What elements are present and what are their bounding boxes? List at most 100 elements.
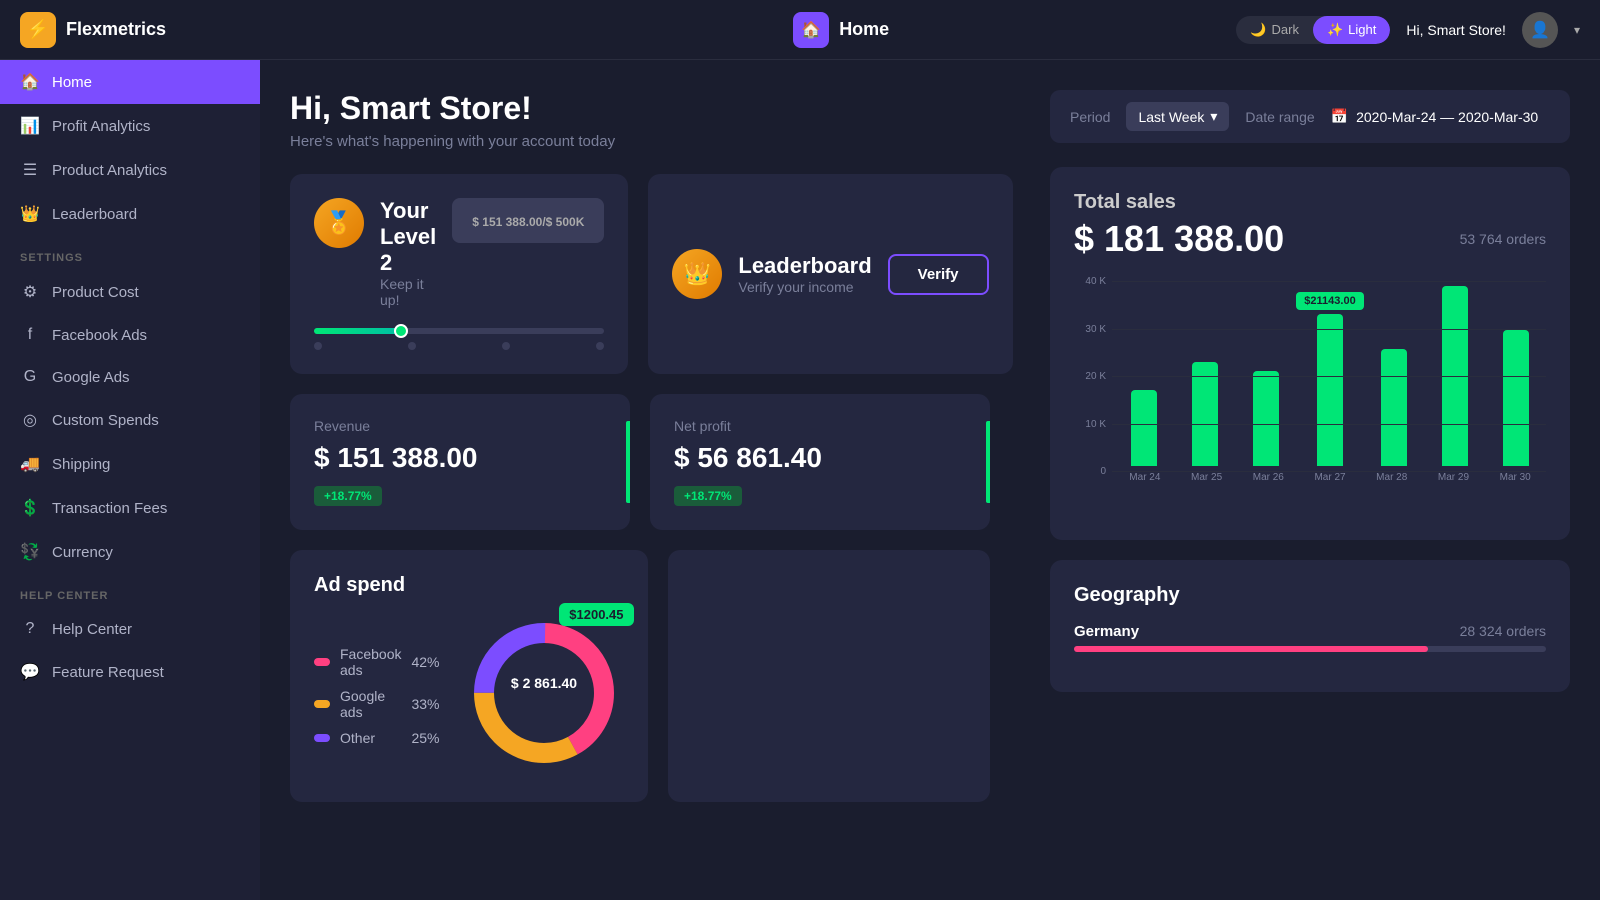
sidebar-item-product[interactable]: ☰ Product Analytics bbox=[0, 148, 260, 192]
legend-item-facebook-ads: Facebook ads 42% bbox=[314, 646, 440, 678]
geo-bar-fill bbox=[1074, 646, 1428, 652]
date-range-value: 📅 2020-Mar-24 — 2020-Mar-30 bbox=[1331, 108, 1539, 125]
legend-item-other: Other25% bbox=[314, 730, 440, 746]
metrics-row: Revenue $ 151 388.00 +18.77% Net profit … bbox=[290, 394, 990, 530]
sidebar-item-shipping[interactable]: 🚚Shipping bbox=[0, 442, 260, 486]
sidebar-item-facebook-ads[interactable]: fFacebook Ads bbox=[0, 314, 260, 356]
bar-label-1: Mar 25 bbox=[1176, 472, 1238, 483]
custom-spends-icon: ◎ bbox=[20, 410, 40, 430]
sidebar-label-profit: Profit Analytics bbox=[52, 118, 150, 135]
level-badge: 🏅 bbox=[314, 198, 364, 248]
transaction-fees-icon: 💲 bbox=[20, 498, 40, 518]
sidebar-label-transaction-fees: Transaction Fees bbox=[52, 500, 167, 517]
progress-marker-3 bbox=[502, 342, 510, 350]
dark-theme-button[interactable]: 🌙 Dark bbox=[1236, 16, 1313, 44]
donut-tooltip: $1200.45 bbox=[559, 603, 633, 626]
geography-title: Geography bbox=[1074, 584, 1546, 607]
revenue-label: Revenue bbox=[314, 418, 606, 434]
bar-0 bbox=[1131, 390, 1157, 466]
total-sales-card: Total sales $ 181 388.00 53 764 orders 4… bbox=[1050, 167, 1570, 540]
sidebar-item-currency[interactable]: 💱Currency bbox=[0, 530, 260, 574]
sidebar-label-custom-spends: Custom Spends bbox=[52, 412, 159, 429]
legend-name: Facebook ads bbox=[340, 646, 401, 678]
geography-card: Geography Germany 28 324 orders bbox=[1050, 560, 1570, 692]
sidebar-item-custom-spends[interactable]: ◎ Custom Spends bbox=[0, 398, 260, 442]
period-label: Period bbox=[1070, 109, 1110, 125]
verify-button[interactable]: Verify bbox=[888, 254, 989, 295]
legend-name: Other bbox=[340, 730, 401, 746]
period-bar: Period Last Week ▾ Date range 📅 2020-Mar… bbox=[1050, 90, 1570, 143]
legend-pct: 42% bbox=[411, 654, 439, 670]
progress-marker-1 bbox=[314, 342, 322, 350]
bottom-placeholder bbox=[668, 550, 990, 802]
topbar-center: 🏠 Home bbox=[793, 12, 889, 48]
revenue-card: Revenue $ 151 388.00 +18.77% bbox=[290, 394, 630, 530]
bar-column-0 bbox=[1114, 276, 1175, 466]
bar-label-5: Mar 29 bbox=[1423, 472, 1485, 483]
bar-4 bbox=[1381, 349, 1407, 466]
profit-icon: 📊 bbox=[20, 116, 40, 136]
y-label-2: 20 K bbox=[1074, 371, 1106, 382]
sidebar-item-feature-request[interactable]: 💬 Feature Request bbox=[0, 650, 260, 694]
bar-label-6: Mar 30 bbox=[1484, 472, 1546, 483]
bar-2 bbox=[1253, 371, 1279, 466]
revenue-change: +18.77% bbox=[314, 486, 382, 506]
adspend-legend: Facebook ads 42% Google ads 33% Other25% bbox=[314, 646, 440, 746]
bar-column-4 bbox=[1364, 276, 1425, 466]
feature-request-icon: 💬 bbox=[20, 662, 40, 682]
period-select[interactable]: Last Week ▾ bbox=[1126, 102, 1229, 131]
settings-section-label: SETTINGS bbox=[0, 236, 260, 270]
bar-column-5 bbox=[1424, 276, 1485, 466]
leaderboard-subtitle: Verify your income bbox=[738, 279, 871, 295]
profit-change: +18.77% bbox=[674, 486, 742, 506]
theme-toggle: 🌙 Dark ✨ Light bbox=[1236, 16, 1390, 44]
progress-marker-4 bbox=[596, 342, 604, 350]
facebook-ads-icon: f bbox=[20, 326, 40, 344]
y-label-3: 10 K bbox=[1074, 419, 1106, 430]
bar-label-3: Mar 27 bbox=[1299, 472, 1361, 483]
right-panel: Period Last Week ▾ Date range 📅 2020-Mar… bbox=[1020, 60, 1600, 900]
bar-chart: 40 K 30 K 20 K 10 K 0 $21143.00Mar 24Mar… bbox=[1074, 276, 1546, 516]
bar-label-0: Mar 24 bbox=[1114, 472, 1176, 483]
bar-column-1 bbox=[1175, 276, 1236, 466]
level-amount: $ 151 388.00/$ 500K bbox=[452, 198, 604, 243]
topbar-right: 🌙 Dark ✨ Light Hi, Smart Store! 👤 ▾ bbox=[1236, 12, 1580, 48]
donut-chart: $ 2 861.40 bbox=[464, 613, 624, 773]
sidebar-item-google-ads[interactable]: GGoogle Ads bbox=[0, 356, 260, 398]
sidebar-label-product: Product Analytics bbox=[52, 162, 167, 179]
adspend-card: Ad spend Facebook ads42%Google ads33%Oth… bbox=[290, 550, 648, 802]
sidebar-item-leaderboard[interactable]: 👑 Leaderboard bbox=[0, 192, 260, 236]
sidebar-label-help-center: Help Center bbox=[52, 621, 132, 638]
calendar-icon: 📅 bbox=[1331, 108, 1348, 125]
geo-bar bbox=[1074, 646, 1546, 652]
light-theme-button[interactable]: ✨ Light bbox=[1313, 16, 1390, 44]
sidebar-item-home[interactable]: 🏠Home bbox=[0, 60, 260, 104]
date-range-label: Date range bbox=[1245, 109, 1314, 125]
sidebar-label-leaderboard: Leaderboard bbox=[52, 206, 137, 223]
logo-text: Flexmetrics bbox=[66, 19, 166, 40]
product-icon: ☰ bbox=[20, 160, 40, 180]
google-ads-icon: G bbox=[20, 368, 40, 386]
sidebar-label-feature-request: Feature Request bbox=[52, 664, 164, 681]
main-content: Hi, Smart Store! Here's what's happening… bbox=[260, 60, 1020, 900]
sidebar-item-product-cost[interactable]: ⚙Product Cost bbox=[0, 270, 260, 314]
bar-1 bbox=[1192, 362, 1218, 466]
level-title: Your Level 2 bbox=[380, 198, 436, 276]
legend-pct: 33% bbox=[411, 696, 439, 712]
legend-name: Google ads bbox=[340, 688, 401, 720]
leaderboard-info: Leaderboard Verify your income bbox=[738, 253, 871, 295]
legend-item-google-ads: Google ads 33% bbox=[314, 688, 440, 720]
y-label-0: 40 K bbox=[1074, 276, 1106, 287]
chevron-down-icon[interactable]: ▾ bbox=[1574, 23, 1580, 37]
topbar-page-title: Home bbox=[839, 19, 889, 40]
bar-3 bbox=[1317, 314, 1343, 466]
leaderboard-icon: 👑 bbox=[20, 204, 40, 224]
level-card: 🏅 Your Level 2 Keep it up! $ 151 388.00/… bbox=[290, 174, 628, 374]
sidebar-item-transaction-fees[interactable]: 💲 Transaction Fees bbox=[0, 486, 260, 530]
sidebar-item-help-center[interactable]: ?Help Center bbox=[0, 608, 260, 650]
page-greeting: Hi, Smart Store! bbox=[290, 90, 990, 127]
sidebar-item-profit[interactable]: 📊 Profit Analytics bbox=[0, 104, 260, 148]
bar-label-2: Mar 26 bbox=[1237, 472, 1299, 483]
y-label-1: 30 K bbox=[1074, 324, 1106, 335]
bottom-cards: Ad spend Facebook ads42%Google ads33%Oth… bbox=[290, 550, 990, 802]
